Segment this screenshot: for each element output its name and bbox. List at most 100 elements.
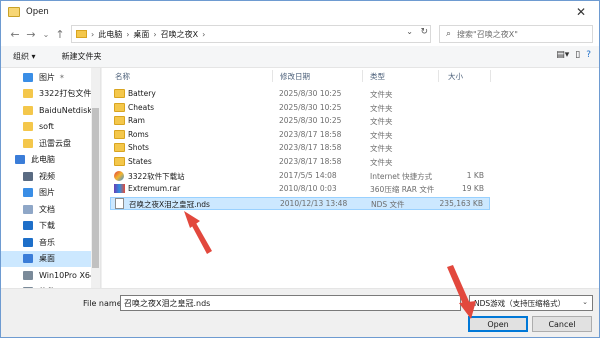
file-row[interactable]: 3322软件下载站 2017/5/5 14:08 Internet 快捷方式 1 KB — [110, 170, 490, 183]
pictures-icon — [23, 188, 33, 198]
file-row[interactable]: Ram 2025/8/30 10:25 文件夹 — [110, 115, 490, 128]
file-row[interactable]: States 2023/8/17 18:58 文件夹 — [110, 156, 490, 169]
file-list: 名称 修改日期 类型 大小 Battery 2025/8/30 10:25 文件夹 C… — [102, 68, 599, 288]
new-folder-button[interactable]: 新建文件夹 — [62, 51, 102, 62]
music-icon — [23, 237, 33, 247]
rar-icon — [114, 184, 125, 194]
file-size: 1 KB — [466, 170, 484, 180]
up-button[interactable]: ↑ — [52, 26, 68, 42]
cancel-button[interactable]: Cancel — [532, 316, 592, 332]
command-toolbar: 组织 ▾ 新建文件夹 ▤▾ ▯ ? — [1, 46, 599, 68]
file-type: NDS 文件 — [371, 199, 405, 209]
folder-icon — [114, 143, 125, 153]
file-type: 360压缩 RAR 文件 — [370, 185, 435, 195]
file-size: 235,163 KB — [439, 198, 483, 208]
nav-item[interactable]: Win10Pro X64 — [1, 267, 100, 284]
organize-button[interactable]: 组织 ▾ — [13, 51, 36, 62]
dialog-footer: File name: 召唤之夜X泪之皇冠.nds NDS游戏（支持压缩格式） ⌄… — [1, 288, 599, 337]
column-date-modified[interactable]: 修改日期 — [280, 71, 310, 82]
file-type-select[interactable]: NDS游戏（支持压缩格式） ⌄ — [469, 295, 593, 311]
file-type: 文件夹 — [370, 158, 393, 167]
folder-icon — [114, 129, 125, 139]
nav-item[interactable]: 图片 — [1, 185, 100, 202]
pictures-icon — [23, 72, 33, 82]
column-size[interactable]: 大小 — [448, 71, 463, 82]
preview-pane-icon[interactable]: ▯ — [575, 50, 580, 60]
file-date: 2010/8/10 0:03 — [279, 184, 337, 194]
folder-icon — [23, 138, 33, 148]
column-name[interactable]: 名称 — [115, 71, 130, 82]
nav-item[interactable]: 音乐 — [1, 234, 100, 251]
file-name: 召唤之夜X泪之皇冠.nds — [129, 199, 210, 209]
breadcrumb-current-folder[interactable]: 召唤之夜X — [161, 29, 198, 40]
file-row[interactable]: Battery 2025/8/30 10:25 文件夹 — [110, 88, 490, 101]
nav-item-label: 3322打包文件 — [39, 89, 92, 99]
file-name: Cheats — [128, 102, 155, 112]
file-row[interactable]: 召唤之夜X泪之皇冠.nds 2010/12/13 13:48 NDS 文件 235,1… — [110, 196, 490, 210]
file-row[interactable]: Cheats 2025/8/30 10:25 文件夹 — [110, 102, 490, 115]
open-dialog: Open ✕ ← → ⌄ ↑ › 此电脑 › 桌面 › 召唤之夜X › ⌄ ↻ … — [0, 0, 600, 338]
nav-item[interactable]: 图片 ✶ — [1, 69, 100, 86]
nav-item[interactable]: 桌面 — [1, 250, 100, 267]
nav-item[interactable]: 下载 — [1, 218, 100, 235]
nav-item-label: 图片 — [39, 72, 55, 82]
file-size: 19 KB — [462, 184, 484, 194]
nav-item[interactable]: soft — [1, 119, 100, 136]
back-button[interactable]: ← — [7, 26, 23, 42]
folder-icon — [76, 30, 87, 38]
file-row[interactable]: Shots 2023/8/17 18:58 文件夹 — [110, 142, 490, 155]
file-date: 2023/8/17 18:58 — [279, 143, 342, 153]
column-type[interactable]: 类型 — [370, 71, 385, 82]
scrollbar-thumb[interactable] — [92, 108, 99, 268]
nav-item[interactable]: 迅雷云盘 — [1, 135, 100, 152]
navigation-bar: ← → ⌄ ↑ › 此电脑 › 桌面 › 召唤之夜X › ⌄ ↻ ⌕ 搜索"召唤… — [1, 22, 599, 46]
folder-icon — [23, 105, 33, 115]
close-button[interactable]: ✕ — [563, 1, 599, 22]
file-type: Internet 快捷方式 — [370, 171, 433, 181]
nav-item[interactable]: BaiduNetdiskD — [1, 102, 100, 119]
file-row[interactable]: Extremum.rar 2010/8/10 0:03 360压缩 RAR 文件 19… — [110, 183, 490, 196]
refresh-icon[interactable]: ↻ — [420, 27, 428, 37]
file-date: 2017/5/5 14:08 — [279, 170, 337, 180]
file-name: States — [128, 157, 152, 166]
file-date: 2025/8/30 10:25 — [279, 102, 342, 112]
nav-item-label: 桌面 — [39, 254, 55, 264]
search-placeholder: 搜索"召唤之夜X" — [457, 29, 518, 39]
file-name-input[interactable]: 召唤之夜X泪之皇冠.nds — [120, 295, 461, 311]
search-box[interactable]: ⌕ 搜索"召唤之夜X" — [439, 25, 593, 43]
desktop-icon — [23, 254, 33, 264]
help-icon[interactable]: ? — [586, 50, 591, 60]
address-dropdown-icon[interactable]: ⌄ — [406, 27, 413, 36]
file-date: 2023/8/17 18:58 — [279, 157, 342, 166]
nav-item[interactable]: 3322打包文件 — [1, 86, 100, 103]
folder-icon — [23, 89, 33, 99]
folder-icon — [114, 116, 125, 126]
open-button[interactable]: Open — [468, 316, 528, 332]
file-type-value: NDS游戏（支持压缩格式） — [474, 298, 566, 308]
file-name: Extremum.rar — [128, 184, 181, 194]
navigation-pane: 图片 ✶ 3322打包文件 BaiduNetdiskD soft 迅雷云盘 此电脑 视频 图片文… — [1, 68, 101, 288]
search-icon: ⌕ — [446, 29, 452, 39]
nav-item[interactable]: 此电脑 — [1, 152, 100, 169]
file-type: 文件夹 — [370, 144, 393, 154]
file-name: Ram — [128, 116, 145, 126]
file-date: 2025/8/30 10:25 — [279, 116, 342, 126]
navigation-scrollbar[interactable] — [91, 68, 100, 288]
breadcrumb-desktop[interactable]: 桌面 — [133, 29, 149, 40]
folder-app-icon — [8, 6, 20, 17]
breadcrumb-this-pc[interactable]: 此电脑 — [98, 29, 122, 40]
file-name-label: File name: — [83, 299, 125, 308]
file-date: 2023/8/17 18:58 — [279, 129, 342, 139]
view-options-icon[interactable]: ▤▾ — [556, 50, 569, 60]
address-bar[interactable]: › 此电脑 › 桌面 › 召唤之夜X › ⌄ ↻ — [71, 25, 431, 43]
folder-icon — [114, 89, 125, 98]
nav-item-label: BaiduNetdiskD — [39, 105, 99, 115]
forward-button[interactable]: → — [23, 26, 39, 42]
nav-item[interactable]: 文档 — [1, 201, 100, 218]
nav-item-label: 迅雷云盘 — [39, 138, 71, 148]
nav-item-label: 文档 — [39, 204, 55, 214]
nav-item[interactable]: 视频 — [1, 168, 100, 185]
file-row[interactable]: Roms 2023/8/17 18:58 文件夹 — [110, 129, 490, 142]
column-headers: 名称 修改日期 类型 大小 — [102, 68, 599, 84]
downloads-icon — [23, 221, 33, 231]
